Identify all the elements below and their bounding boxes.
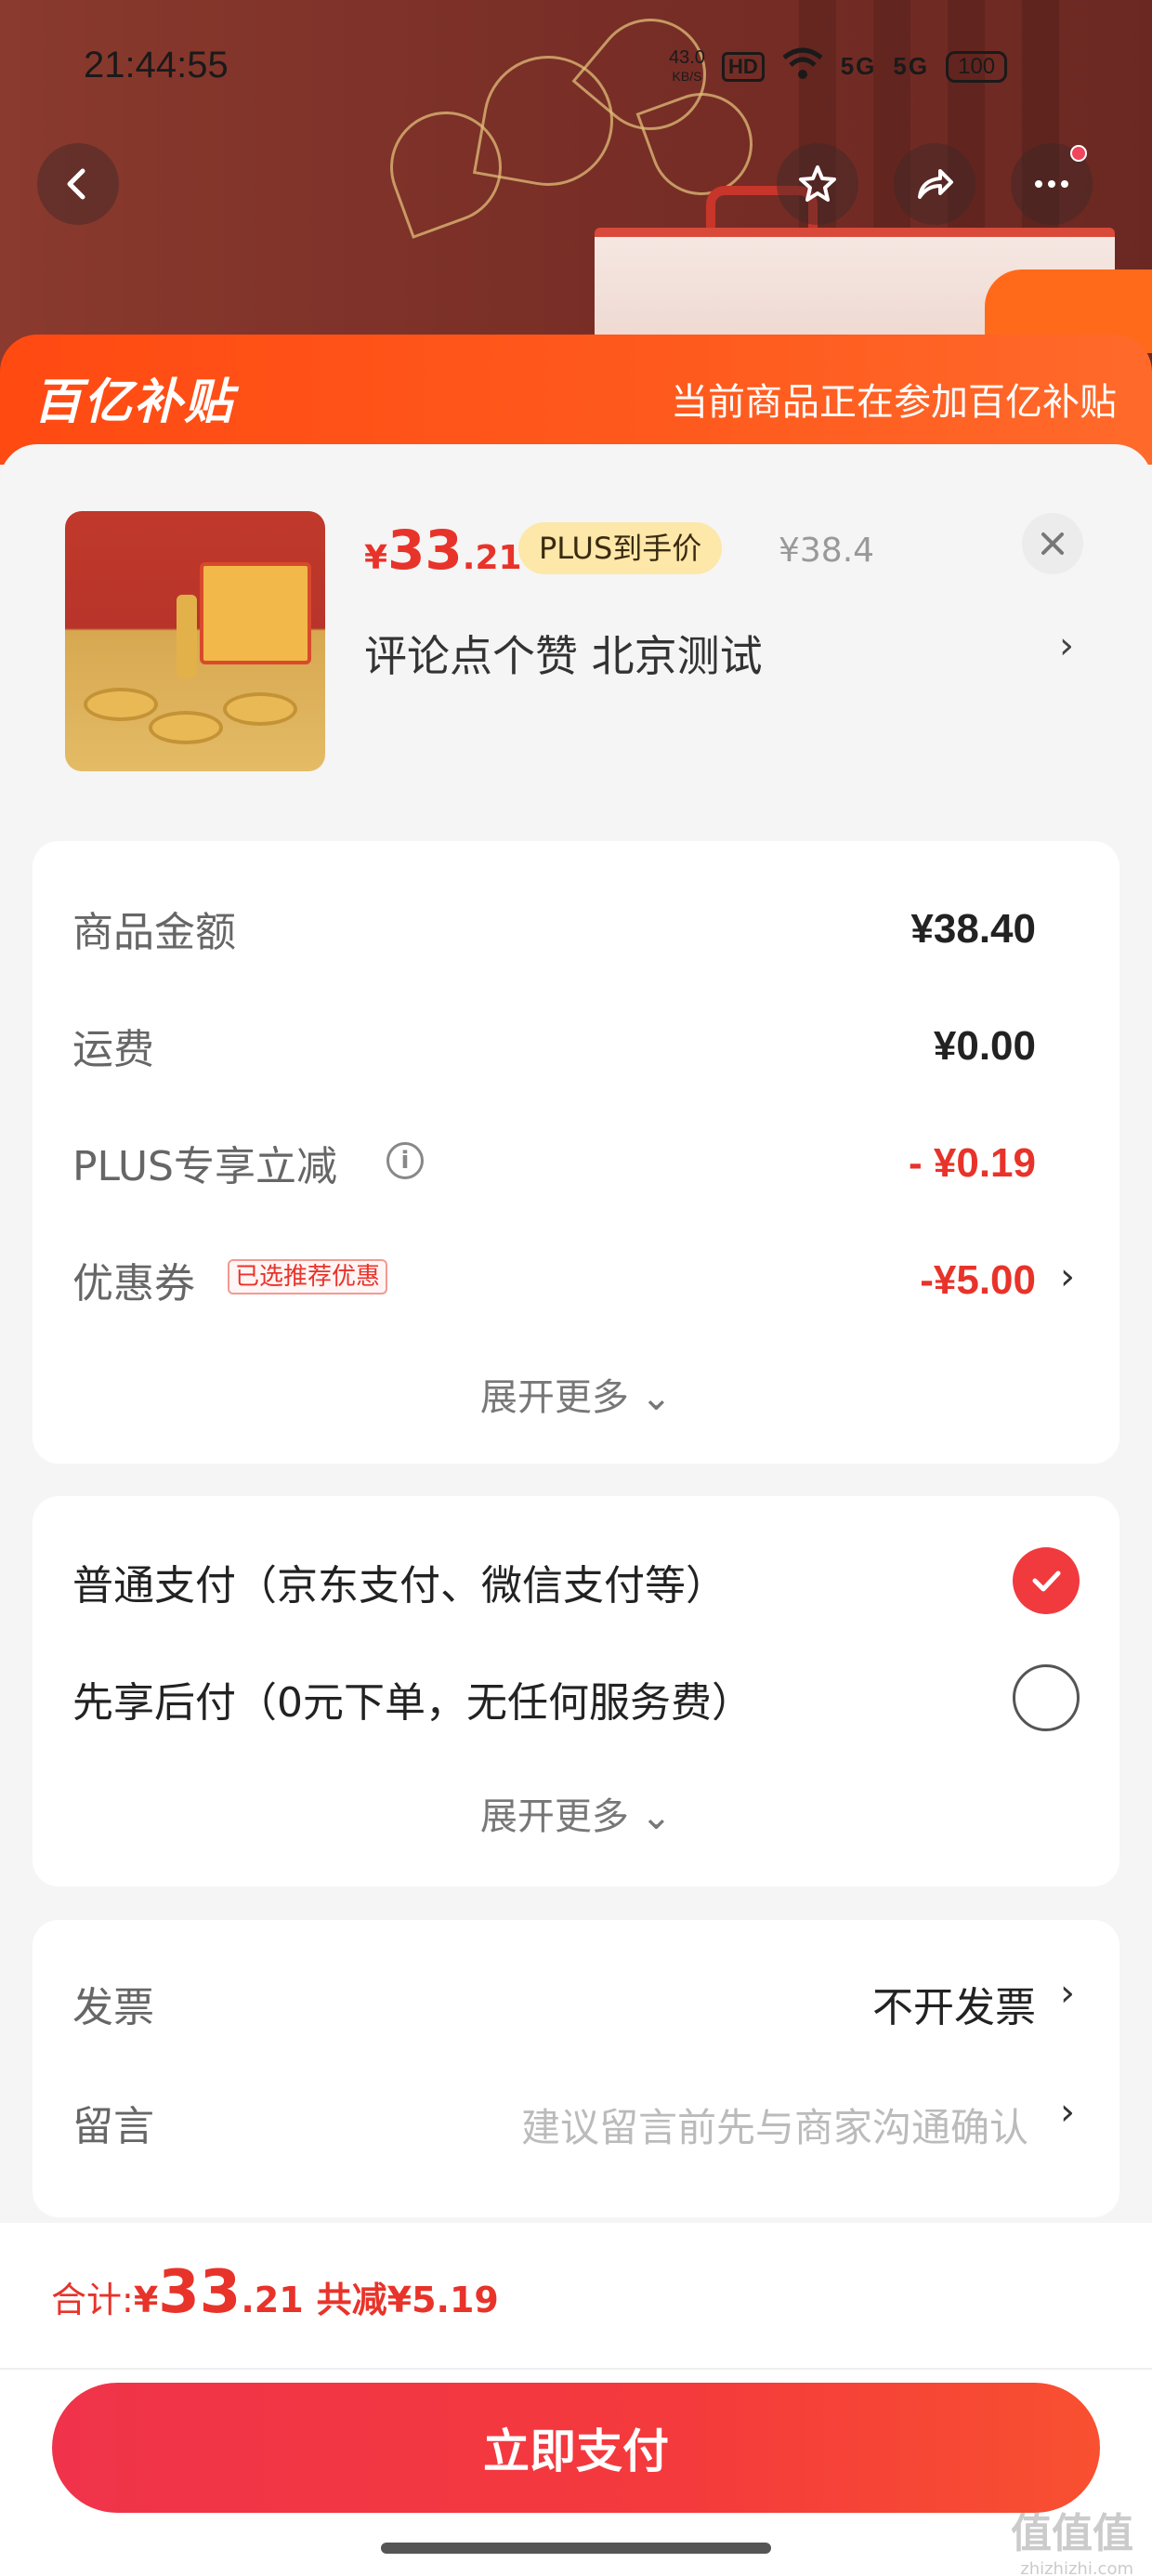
total-decimal: .21 [241,2280,304,2320]
note-input[interactable]: 建议留言前先与商家沟通确认 [521,2096,1028,2153]
watermark-main: 值值值 [1011,2510,1133,2557]
hd-icon: HD [721,51,765,82]
chevron-right-icon[interactable]: › [1060,2091,1075,2134]
home-indicator[interactable] [381,2543,771,2554]
share-icon [918,169,953,199]
status-time: 21:44:55 [84,45,229,85]
star-icon [799,165,836,202]
product-price: ¥ 33 .21 [364,519,543,582]
subsidy-logo: 百亿补贴 [33,375,235,430]
back-button[interactable] [37,143,119,225]
fee-label: 优惠券 [72,1260,195,1308]
signal-icon: 5G [893,52,930,80]
original-price: ¥38.4 [779,532,875,570]
checkmark-icon [1032,1571,1061,1592]
total-amount: 合计: ¥ 33 .21 共减¥5.19 [51,2258,499,2327]
product-image[interactable] [65,511,325,771]
back-arrow-icon [67,168,85,200]
fee-label: PLUS专享立减 [72,1143,337,1190]
expand-more-button[interactable]: 展开更多 ⌄ [33,1786,1119,1840]
battery-icon: 100 [946,50,1008,83]
price-integer: 33 [387,519,463,582]
info-icon[interactable]: i [386,1142,424,1179]
fee-value: - ¥0.19 [909,1140,1036,1186]
price-decimal: .21 [462,539,522,577]
fee-summary-card: 商品金额 ¥38.40 运费 ¥0.00 PLUS专享立减 i - ¥0.19 … [33,841,1119,1464]
total-label: 合计: [51,2280,134,2320]
invoice-value[interactable]: 不开发票 [872,1974,1036,2033]
network-speed: 43.0 KB/S [669,46,705,84]
payment-method-card: 普通支付（京东支付、微信支付等） 先享后付（0元下单，无任何服务费） 展开更多 … [33,1496,1119,1886]
share-button[interactable] [894,143,975,225]
invoice-note-card: 发票 不开发票 › 留言 建议留言前先与商家沟通确认 › [33,1920,1119,2217]
fee-label: 运费 [72,1026,154,1073]
product-image-bowl [84,688,158,721]
notification-dot [1070,145,1087,162]
more-dots-icon [1035,180,1068,188]
chevron-right-icon[interactable]: › [1060,1972,1075,2015]
product-image-vase [177,595,197,678]
favorite-button[interactable] [777,143,858,225]
fee-label: 商品金额 [72,909,236,956]
radio-unchecked[interactable] [1013,1664,1080,1731]
total-saving: 共减¥5.19 [316,2280,499,2320]
chevron-right-icon[interactable]: › [1059,624,1074,667]
divider [0,2368,1152,2370]
product-image-bowl [149,711,223,744]
product-title[interactable]: 评论点个赞 北京测试 [364,623,763,684]
total-integer: 33 [158,2258,242,2327]
close-icon [1041,532,1064,555]
watermark: 值值值 zhizhizhi.com [1011,2500,1133,2576]
close-button[interactable] [1022,513,1083,574]
product-image-box [200,562,311,664]
fee-value: ¥0.00 [933,1023,1036,1069]
product-image-bowl [223,692,297,726]
total-symbol: ¥ [133,2280,159,2320]
status-icons: 43.0 KB/S HD 5G 5G 100 [669,46,1008,86]
price-symbol: ¥ [364,539,388,577]
more-button[interactable] [1011,143,1093,225]
expand-more-button[interactable]: 展开更多 ⌄ [33,1367,1119,1421]
status-bar: 21:44:55 43.0 KB/S HD 5G 5G 100 [0,0,1152,139]
pay-now-button[interactable]: 立即支付 [52,2383,1100,2513]
note-label: 留言 [72,2103,154,2150]
radio-checked[interactable] [1013,1547,1080,1614]
invoice-label: 发票 [72,1984,154,2031]
signal-icon: 5G [840,52,877,80]
plus-price-badge: PLUS到手价 [518,522,723,574]
wifi-icon [781,46,824,86]
chevron-right-icon[interactable]: › [1060,1255,1075,1298]
payment-option-label[interactable]: 普通支付（京东支付、微信支付等） [72,1552,727,1611]
coupon-tag: 已选推荐优惠 [228,1259,388,1295]
coupon-value[interactable]: -¥5.00 [920,1257,1036,1304]
payment-option-label[interactable]: 先享后付（0元下单，无任何服务费） [72,1669,753,1728]
subsidy-notice: 当前商品正在参加百亿补贴 [671,381,1117,424]
fee-value: ¥38.40 [910,906,1036,952]
watermark-sub: zhizhizhi.com [1020,2559,1133,2576]
